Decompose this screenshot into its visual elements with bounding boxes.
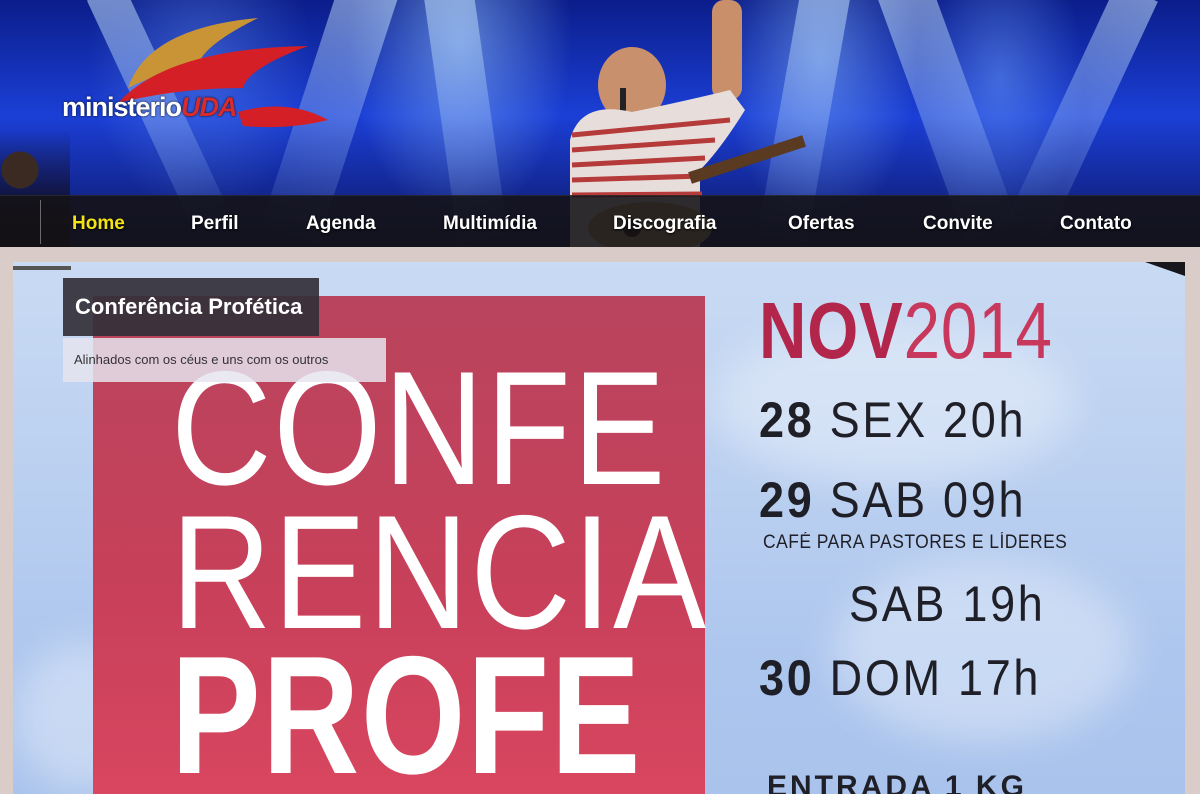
nav-item-home[interactable]: Home	[72, 196, 125, 248]
nav-divider	[40, 200, 41, 244]
nav-item-contato[interactable]: Contato	[1060, 196, 1132, 248]
nav-item-multimidia[interactable]: Multimídia	[443, 196, 537, 248]
poster-title-line-3: PROFE	[171, 621, 642, 794]
schedule-note: CAFÉ PARA PASTORES E LÍDERES	[763, 532, 1068, 553]
schedule-row: 28 SEX 20h	[759, 392, 1027, 448]
slide-caption-title[interactable]: Conferência Profética	[63, 278, 319, 336]
poster-schedule: NOV2014 28 SEX 20h 29 SAB 09h CAFÉ PARA …	[755, 262, 1175, 794]
schedule-row: 29 SAB 09h	[759, 472, 1027, 528]
nav-item-convite[interactable]: Convite	[923, 196, 993, 248]
main-nav: Home Perfil Agenda Multimídia Discografi…	[0, 195, 1200, 248]
nav-item-discografia[interactable]: Discografia	[613, 196, 716, 248]
slide-caption-subtitle: Alinhados com os céus e uns com os outro…	[63, 338, 386, 382]
featured-slide[interactable]: CONFE RENCIA PROFE Conferência Profética…	[13, 262, 1185, 794]
poster-entrada: ENTRADA 1 KG	[767, 770, 1027, 794]
separator-strip	[0, 247, 1200, 261]
nav-item-ofertas[interactable]: Ofertas	[788, 196, 855, 248]
poster-month-year: NOV2014	[759, 286, 1053, 375]
schedule-row: 30 DOM 17h	[759, 650, 1042, 706]
logo-text: ministerioUDA	[62, 92, 238, 122]
slide-indicator	[13, 266, 71, 270]
schedule-row: SAB 19h	[849, 576, 1046, 632]
nav-item-agenda[interactable]: Agenda	[306, 196, 376, 248]
nav-item-perfil[interactable]: Perfil	[191, 196, 239, 248]
